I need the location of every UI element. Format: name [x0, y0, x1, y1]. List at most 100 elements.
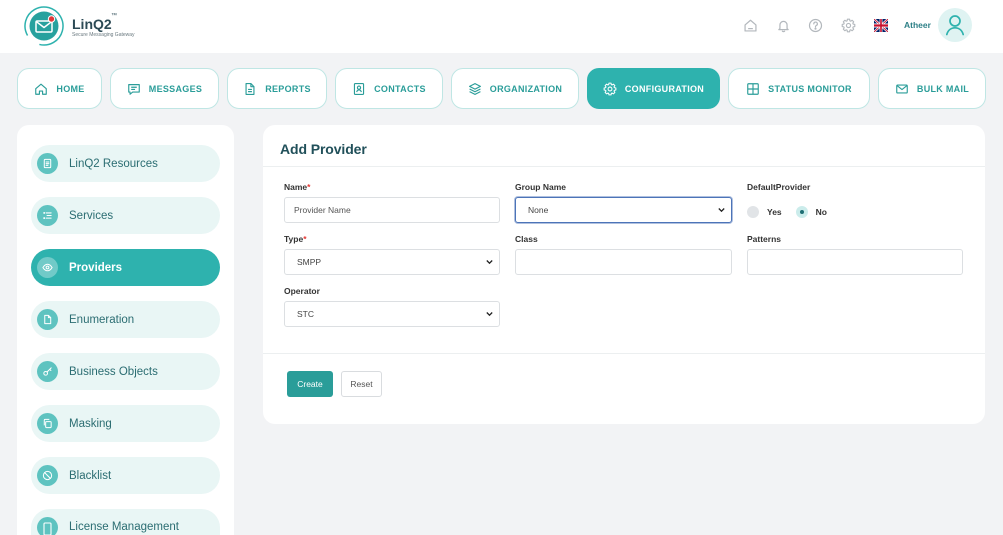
- eye-icon: [37, 257, 58, 278]
- grid-icon: [747, 82, 759, 95]
- footer-divider: [263, 353, 985, 354]
- sidebar-item-label: Masking: [69, 417, 112, 430]
- default-provider-label: DefaultProvider: [747, 182, 811, 192]
- sidebar-item-license-management[interactable]: License Management: [31, 509, 220, 535]
- home-icon[interactable]: [743, 18, 758, 33]
- operator-select[interactable]: STC: [284, 301, 500, 327]
- class-label: Class: [515, 234, 538, 244]
- sidebar-item-linq2-resources[interactable]: LinQ2 Resources: [31, 145, 220, 182]
- class-field: Class: [515, 234, 732, 275]
- user-name[interactable]: Atheer: [904, 20, 931, 31]
- nav-tab-label: CONTACTS: [374, 83, 426, 94]
- default-provider-field: DefaultProvider Yes No: [747, 182, 963, 223]
- nav-tab-bulk-mail[interactable]: BULK MAIL: [878, 68, 986, 109]
- user-icon: [945, 15, 965, 36]
- radio-button-selected[interactable]: [795, 206, 808, 218]
- sidebar-item-providers[interactable]: Providers: [31, 249, 220, 286]
- sidebar-item-masking[interactable]: Masking: [31, 405, 220, 442]
- nav-tab-messages[interactable]: MESSAGES: [110, 68, 219, 109]
- type-field: Type* SMPP: [284, 234, 500, 275]
- nav-tab-contacts[interactable]: CONTACTS: [335, 68, 443, 109]
- radio-label: Yes: [767, 207, 782, 217]
- required-mark: *: [307, 182, 311, 192]
- sidebar-item-enumeration[interactable]: Enumeration: [31, 301, 220, 338]
- nav-tab-label: BULK MAIL: [916, 83, 970, 94]
- operator-select-wrap: STC: [284, 301, 500, 327]
- document-list-icon: [37, 153, 58, 174]
- sidebar-item-label: Services: [69, 209, 114, 222]
- class-input[interactable]: [515, 249, 732, 275]
- group-name-label: Group Name: [515, 182, 567, 192]
- radio-label: No: [815, 207, 827, 217]
- sidebar-item-business-objects[interactable]: Business Objects: [31, 353, 220, 390]
- reset-button[interactable]: Reset: [341, 371, 382, 397]
- trademark-mark: ™: [111, 13, 117, 19]
- gear-icon: [603, 82, 617, 95]
- patterns-label: Patterns: [747, 234, 782, 244]
- main-nav: HOME MESSAGES REPORTS CONTACTS ORGANIZAT…: [17, 68, 986, 109]
- required-mark: *: [303, 234, 307, 244]
- name-field: Name*: [284, 182, 500, 223]
- sidebar-item-services[interactable]: Services: [31, 197, 220, 234]
- layers-icon: [468, 82, 481, 95]
- nav-tab-label: STATUS MONITOR: [768, 83, 852, 94]
- header-divider: [263, 166, 985, 167]
- nav-tab-label: CONFIGURATION: [624, 83, 705, 94]
- gear-icon[interactable]: [841, 18, 856, 33]
- provider-form: Name* Group Name None DefaultProvider Ye…: [284, 182, 963, 327]
- home-icon: [35, 83, 48, 95]
- sidebar: LinQ2 Resources Services Providers Enume…: [17, 125, 234, 535]
- list-icon: [37, 205, 58, 226]
- bell-icon[interactable]: [776, 18, 791, 33]
- group-name-field: Group Name None: [515, 182, 732, 223]
- group-name-select-wrap: None: [515, 197, 732, 223]
- nav-tab-organization[interactable]: ORGANIZATION: [451, 68, 579, 109]
- type-select[interactable]: SMPP: [284, 249, 500, 275]
- message-icon: [127, 83, 140, 95]
- name-input[interactable]: [284, 197, 500, 223]
- app-name: LinQ2: [72, 16, 112, 32]
- document-icon: [245, 82, 255, 95]
- file-icon: [37, 309, 58, 330]
- radio-button[interactable]: [747, 206, 759, 218]
- group-name-select[interactable]: None: [515, 197, 732, 223]
- sidebar-item-blacklist[interactable]: Blacklist: [31, 457, 220, 494]
- type-label: Type*: [284, 234, 307, 244]
- add-provider-card: Add Provider Name* Group Name None Defau…: [263, 125, 985, 424]
- nav-tab-label: REPORTS: [265, 83, 311, 94]
- contact-card-icon: [354, 82, 365, 95]
- user-block-icon: [37, 465, 58, 486]
- app-logo[interactable]: LinQ2 ™ Secure Messaging Gateway: [23, 5, 143, 47]
- sidebar-item-label: License Management: [69, 521, 179, 533]
- nav-tab-label: HOME: [56, 83, 85, 94]
- key-icon: [37, 361, 58, 382]
- copy-icon: [37, 413, 58, 434]
- sidebar-item-label: LinQ2 Resources: [69, 157, 158, 170]
- patterns-field: Patterns: [747, 234, 963, 275]
- create-button[interactable]: Create: [287, 371, 333, 397]
- page-title: Add Provider: [280, 141, 367, 157]
- name-label: Name*: [284, 182, 311, 192]
- uk-flag-icon[interactable]: [874, 19, 888, 32]
- operator-field: Operator STC: [284, 286, 500, 327]
- form-actions: Create Reset: [287, 371, 382, 397]
- nav-tab-reports[interactable]: REPORTS: [227, 68, 327, 109]
- nav-tab-label: ORGANIZATION: [489, 83, 563, 94]
- nav-tab-status-monitor[interactable]: STATUS MONITOR: [728, 68, 870, 109]
- avatar[interactable]: [938, 8, 972, 42]
- operator-label: Operator: [284, 286, 320, 296]
- type-select-wrap: SMPP: [284, 249, 500, 275]
- sidebar-item-label: Business Objects: [69, 365, 158, 378]
- top-bar: LinQ2 ™ Secure Messaging Gateway Atheer: [0, 0, 1003, 53]
- default-provider-yes-radio[interactable]: Yes: [747, 206, 782, 218]
- app-tagline: Secure Messaging Gateway: [72, 32, 135, 38]
- sidebar-item-label: Providers: [69, 261, 123, 274]
- nav-tab-label: MESSAGES: [148, 83, 203, 94]
- nav-tab-configuration[interactable]: CONFIGURATION: [587, 68, 720, 109]
- nav-tab-home[interactable]: HOME: [17, 68, 102, 109]
- default-provider-no-radio[interactable]: No: [795, 206, 827, 218]
- patterns-input[interactable]: [747, 249, 963, 275]
- default-provider-radio-group: Yes No: [747, 197, 963, 223]
- license-icon: [37, 517, 58, 535]
- help-icon[interactable]: [808, 18, 823, 33]
